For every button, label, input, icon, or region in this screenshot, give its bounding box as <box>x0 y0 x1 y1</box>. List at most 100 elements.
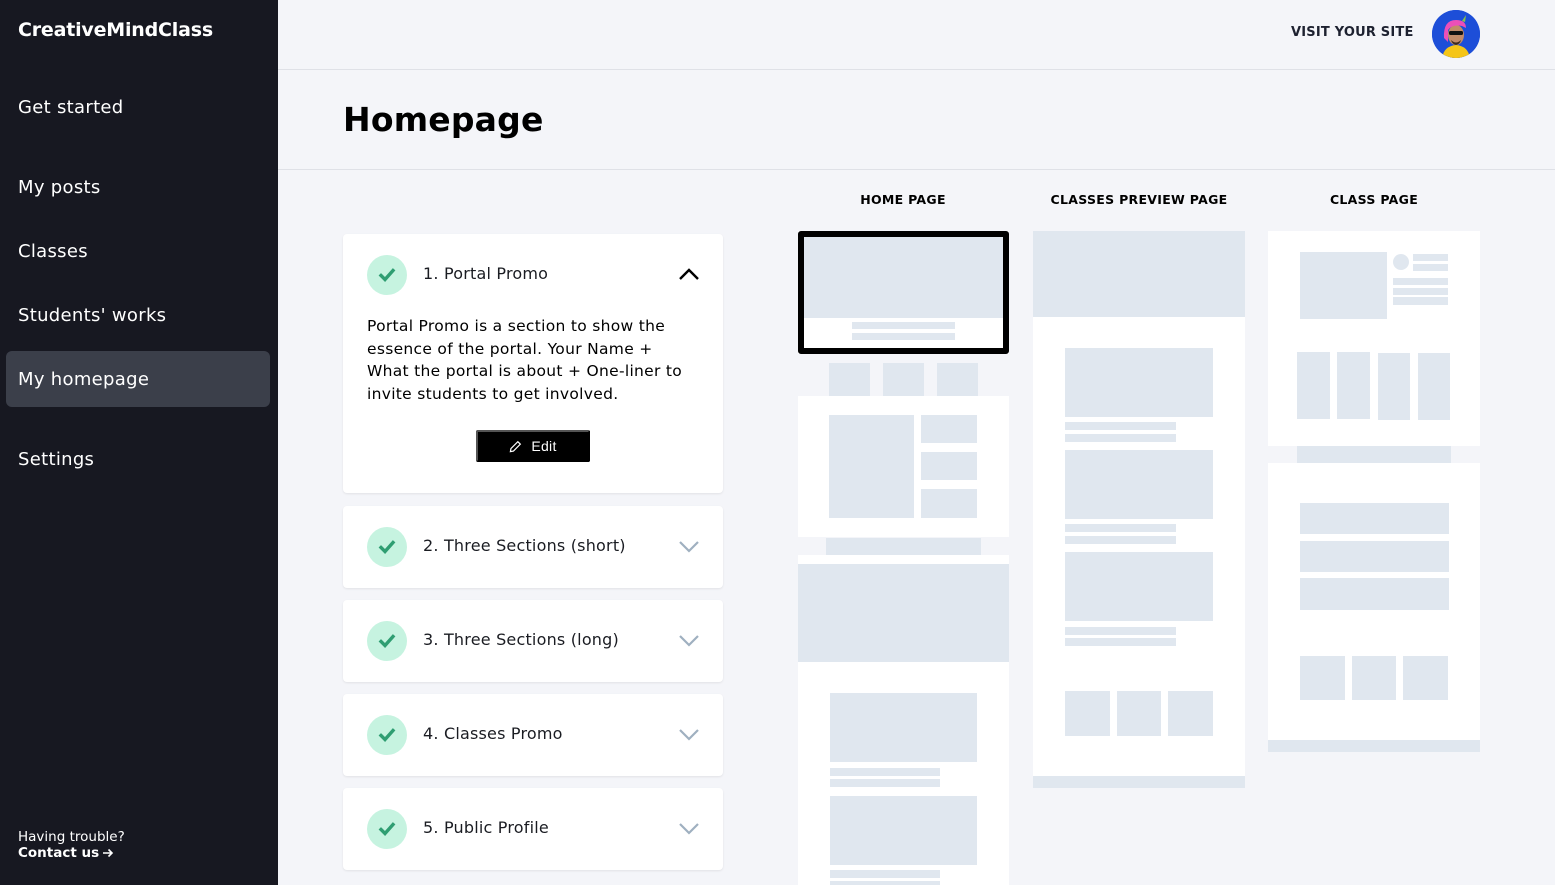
placeholder-line <box>1393 278 1448 285</box>
page-header: Homepage <box>278 70 1555 170</box>
section-card-three-sections-long: 3. Three Sections (long) <box>343 600 723 682</box>
check-icon <box>378 540 396 554</box>
preview-label-class-page: CLASS PAGE <box>1329 192 1419 207</box>
preview-label-home-page: HOME PAGE <box>860 192 946 207</box>
chevron-down-icon[interactable] <box>677 536 701 556</box>
placeholder-tile <box>829 363 870 396</box>
brand-logo[interactable]: CreativeMindClass <box>18 19 213 41</box>
section-card-public-profile: 5. Public Profile <box>343 788 723 870</box>
help-block: Having trouble? Contact us <box>18 829 125 861</box>
placeholder-line <box>1065 536 1176 544</box>
completed-badge <box>367 715 407 755</box>
chevron-down-icon[interactable] <box>677 630 701 650</box>
placeholder-avatar <box>1393 254 1409 270</box>
section-card-classes-promo: 4. Classes Promo <box>343 694 723 776</box>
completed-badge <box>367 809 407 849</box>
section-header[interactable]: 3. Three Sections (long) <box>343 600 723 682</box>
section-card-three-sections-short: 2. Three Sections (short) <box>343 506 723 588</box>
section-description: Portal Promo is a section to show the es… <box>367 317 683 403</box>
check-icon <box>378 634 396 648</box>
placeholder-tile <box>921 489 977 518</box>
placeholder-banner <box>798 564 1009 662</box>
sidebar-item-classes[interactable]: Classes <box>6 223 270 279</box>
placeholder-tile <box>1352 656 1396 700</box>
section-title: 2. Three Sections (short) <box>423 536 626 555</box>
placeholder-footer <box>1033 776 1245 788</box>
chevron-down-icon[interactable] <box>677 724 701 744</box>
placeholder-tile <box>921 415 977 443</box>
placeholder-line <box>1065 524 1176 532</box>
placeholder-tile <box>1403 656 1448 700</box>
placeholder-image <box>1300 252 1387 319</box>
selected-block-frame[interactable] <box>798 231 1009 354</box>
placeholder-line <box>830 768 940 776</box>
placeholder-image <box>830 693 977 762</box>
placeholder-image <box>1065 450 1213 519</box>
placeholder-line <box>1413 254 1448 261</box>
visit-site-link[interactable]: VISIT YOUR SITE <box>1291 25 1414 40</box>
placeholder-tile <box>1300 656 1345 700</box>
sidebar-item-label: My posts <box>18 176 101 198</box>
avatar-image <box>1432 10 1480 58</box>
placeholder-row <box>1300 541 1449 572</box>
section-header[interactable]: 4. Classes Promo <box>343 694 723 776</box>
section-title: 3. Three Sections (long) <box>423 630 619 649</box>
contact-us-link[interactable]: Contact us <box>18 845 125 861</box>
placeholder-line <box>1065 434 1176 442</box>
placeholder-image <box>1065 552 1213 621</box>
sidebar-item-my-posts[interactable]: My posts <box>6 159 270 215</box>
placeholder-line <box>1413 264 1448 271</box>
placeholder-image <box>830 796 977 865</box>
placeholder-tile <box>1117 691 1161 736</box>
placeholder-tile <box>1297 352 1330 419</box>
section-header[interactable]: 1. Portal Promo <box>343 234 723 316</box>
edit-button[interactable]: Edit <box>476 430 590 462</box>
sidebar-item-students-works[interactable]: Students' works <box>6 287 270 343</box>
placeholder-tile <box>1418 353 1450 420</box>
sidebar-item-label: Classes <box>18 240 88 262</box>
sidebar-item-label: Settings <box>18 448 95 470</box>
placeholder-tile <box>1168 691 1213 736</box>
sidebar-item-settings[interactable]: Settings <box>6 431 270 487</box>
help-text: Having trouble? <box>18 829 125 845</box>
placeholder-tile <box>937 363 978 396</box>
placeholder-tile <box>883 363 924 396</box>
pencil-icon <box>509 440 522 452</box>
placeholder-line <box>830 779 940 787</box>
placeholder-footer <box>1268 740 1480 752</box>
placeholder-line <box>1065 627 1176 635</box>
sidebar-item-label: Get started <box>18 96 124 118</box>
placeholder-bar <box>826 538 981 555</box>
section-header[interactable]: 5. Public Profile <box>343 788 723 870</box>
placeholder-line <box>830 881 940 885</box>
sidebar-item-get-started[interactable]: Get started <box>6 79 270 135</box>
placeholder-tile <box>921 452 977 480</box>
chevron-up-icon[interactable] <box>677 264 701 284</box>
placeholder-image <box>1065 348 1213 417</box>
sidebar: CreativeMindClass Get started My posts C… <box>0 0 278 885</box>
avatar[interactable] <box>1432 10 1480 58</box>
section-title: 5. Public Profile <box>423 818 549 837</box>
section-card-portal-promo: 1. Portal Promo Portal Promo is a sectio… <box>343 234 723 493</box>
top-bar: VISIT YOUR SITE <box>278 0 1555 70</box>
check-icon <box>378 728 396 742</box>
placeholder-tile <box>1378 353 1410 420</box>
sidebar-item-label: My homepage <box>18 368 150 390</box>
section-title: 1. Portal Promo <box>423 264 549 283</box>
placeholder-bar <box>1297 446 1451 463</box>
placeholder-line <box>830 870 940 878</box>
placeholder-row <box>1300 578 1449 610</box>
section-header[interactable]: 2. Three Sections (short) <box>343 506 723 588</box>
contact-us-label: Contact us <box>18 845 100 861</box>
arrow-right-icon <box>103 848 114 858</box>
placeholder-tile <box>1337 352 1370 419</box>
preview-label-classes-preview-page: CLASSES PREVIEW PAGE <box>1050 192 1228 207</box>
check-icon <box>378 268 396 282</box>
placeholder-line <box>1065 422 1176 430</box>
completed-badge <box>367 527 407 567</box>
section-title: 4. Classes Promo <box>423 724 563 743</box>
sidebar-item-my-homepage[interactable]: My homepage <box>6 351 270 407</box>
page-title: Homepage <box>343 100 544 139</box>
placeholder-row <box>1300 503 1449 534</box>
chevron-down-icon[interactable] <box>677 818 701 838</box>
